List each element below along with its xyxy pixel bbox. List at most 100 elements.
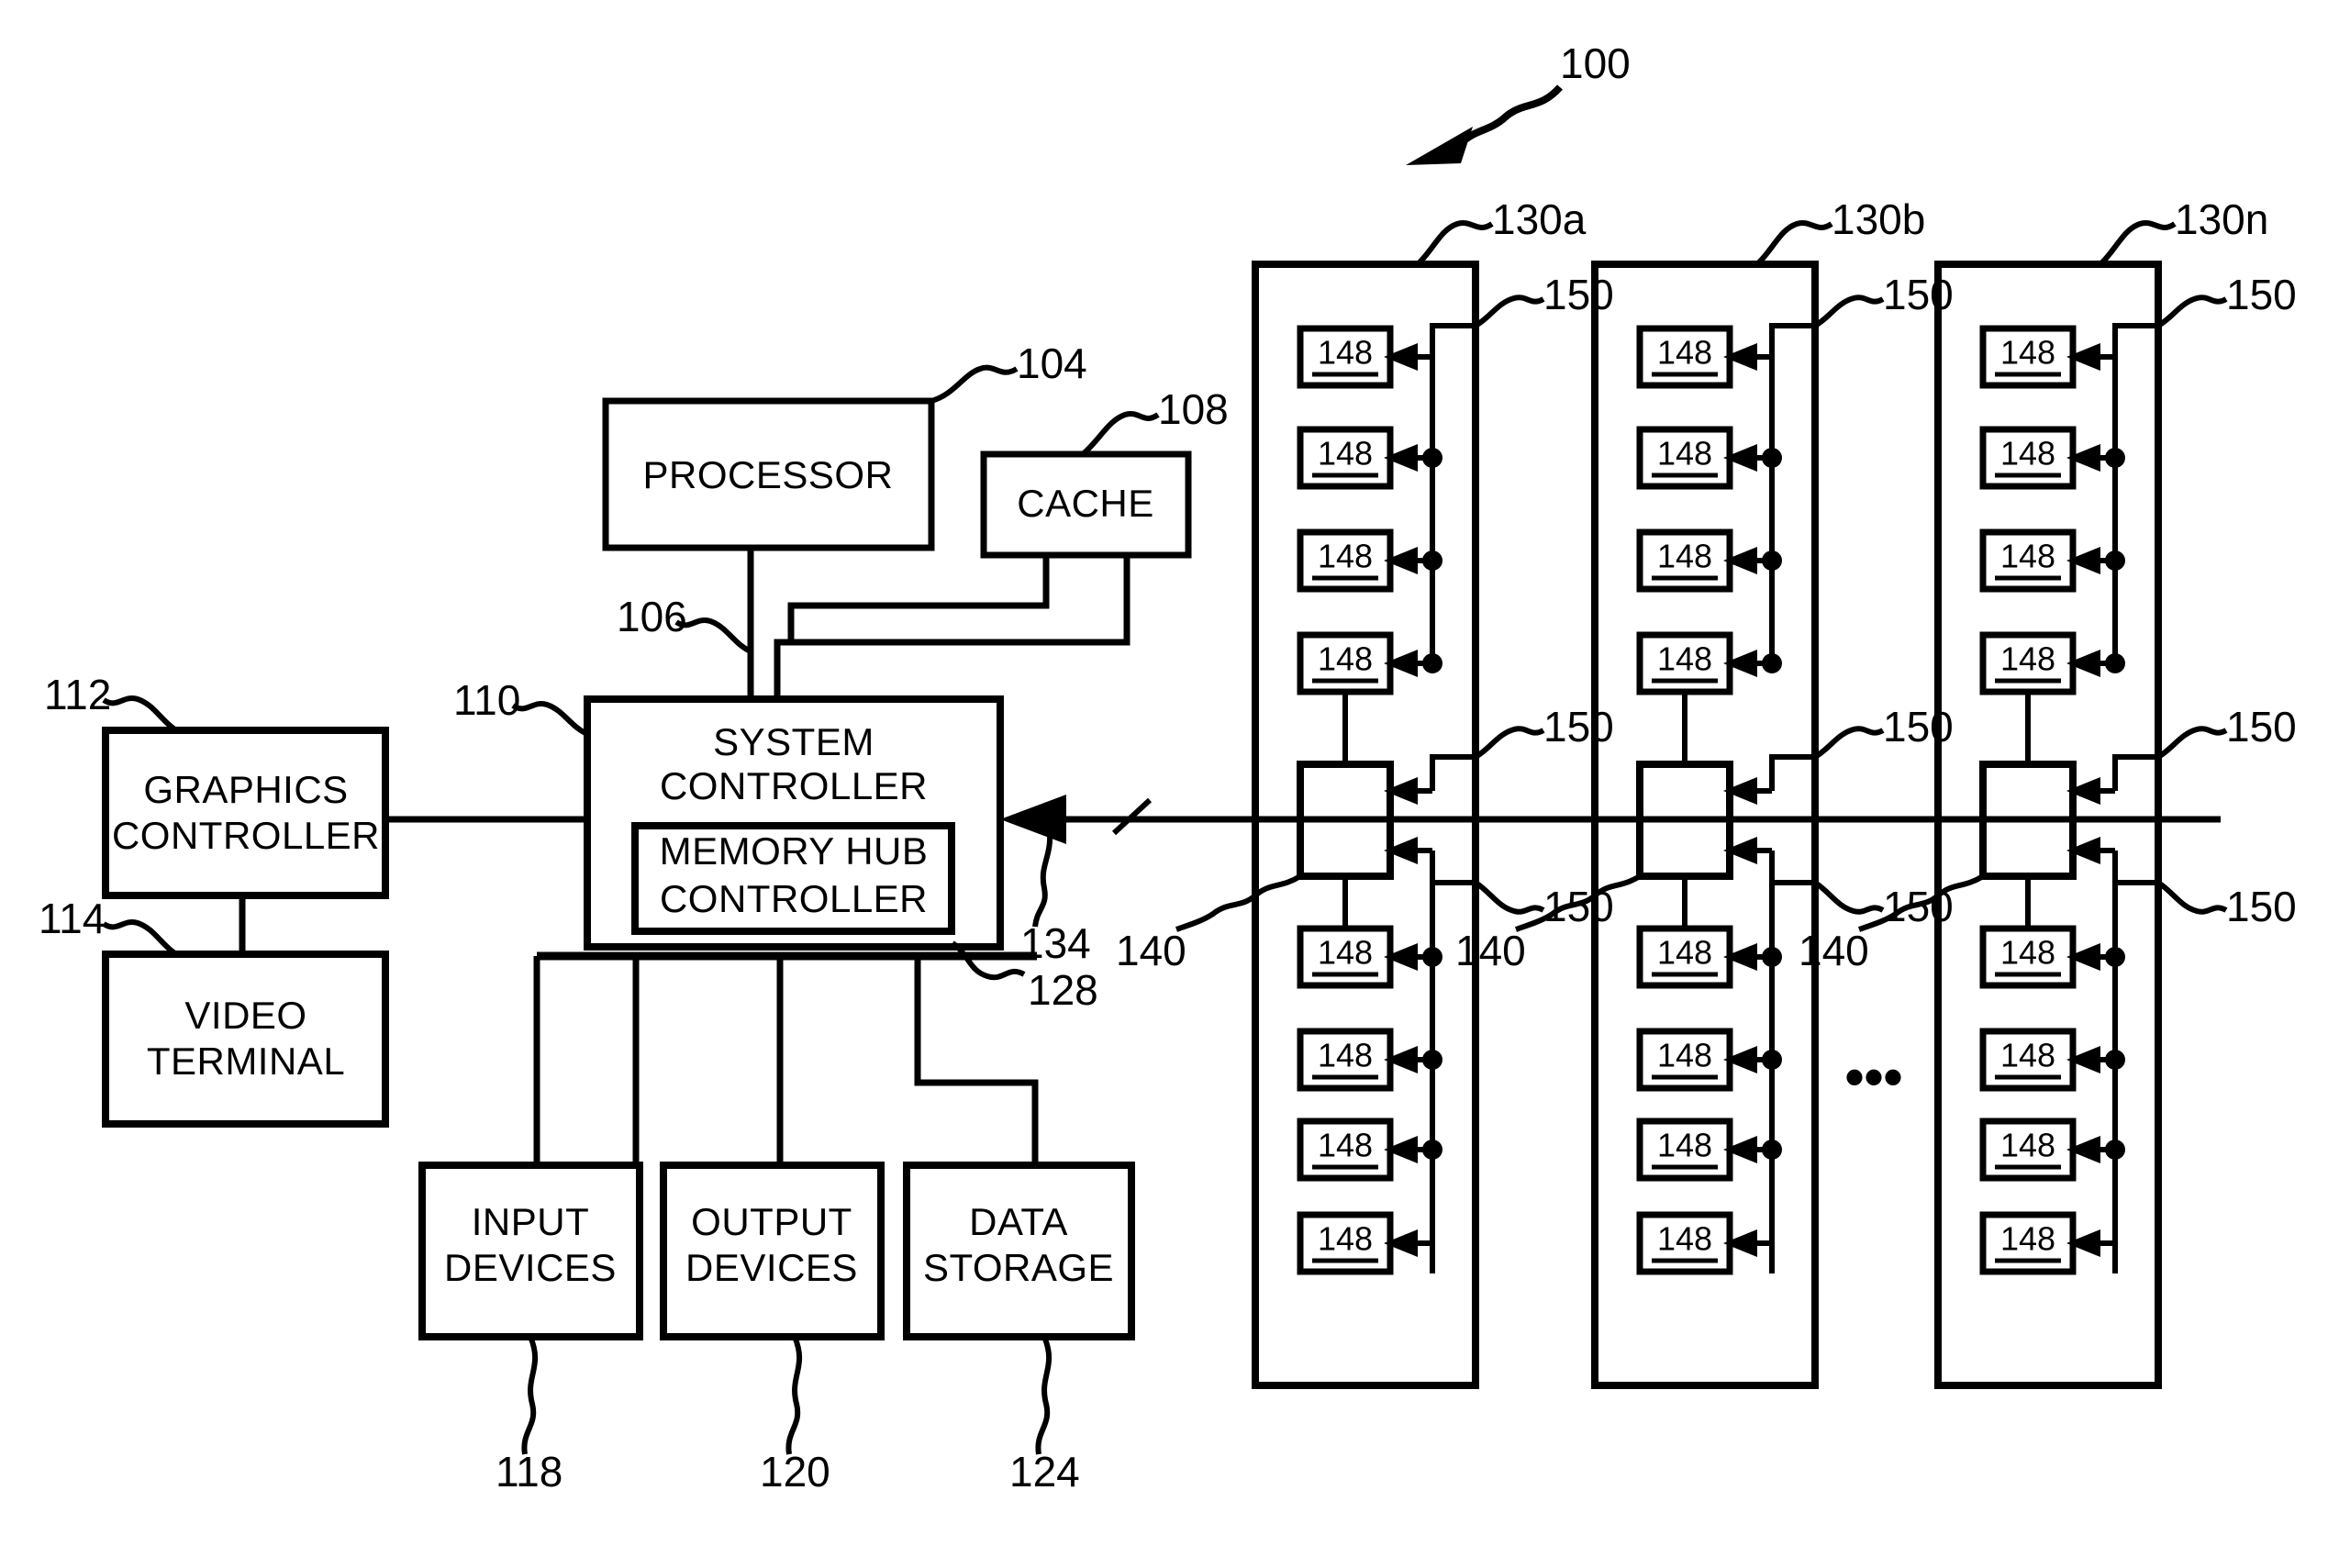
device-label-148: 148 — [1657, 538, 1712, 575]
device-label-148: 148 — [1657, 1127, 1712, 1164]
device-label-148: 148 — [2000, 435, 2055, 473]
hub-upper-input — [2112, 754, 2158, 791]
ref-150-130b-hubup: 150 — [1883, 703, 1954, 751]
ref-130n: 130n — [2175, 195, 2268, 243]
leader-150-hub-down — [1813, 880, 1885, 915]
junction-dot — [2105, 947, 2125, 967]
junction-dot — [1422, 1050, 1442, 1070]
memory-hub-controller-label-line1: MEMORY HUB — [660, 829, 929, 873]
link-entry-top — [1769, 323, 1815, 357]
input-devices-label-line2: DEVICES — [444, 1246, 617, 1289]
leader-130b — [1754, 220, 1833, 267]
cache-right-leg — [774, 555, 1131, 699]
video-terminal-label-line2: TERMINAL — [147, 1040, 345, 1083]
device-label-148: 148 — [1657, 934, 1712, 972]
hub-lower-input — [2112, 851, 2158, 885]
device-label-148: 148 — [1318, 934, 1373, 972]
device-label-148: 148 — [2000, 1037, 2055, 1074]
ref-150-130n-top: 150 — [2226, 271, 2297, 318]
leader-112 — [102, 695, 178, 733]
ref-130b: 130b — [1832, 195, 1925, 243]
link-entry-top — [1430, 323, 1476, 357]
ref-150-130a-top: 150 — [1543, 271, 1614, 318]
hub-lower-input — [1769, 851, 1815, 885]
ref-134: 134 — [1020, 919, 1091, 967]
leader-150-hub-down — [1474, 880, 1545, 915]
junction-dot — [1762, 1050, 1782, 1070]
leader-130a — [1415, 220, 1494, 267]
leader-104 — [930, 364, 1019, 404]
ref-106: 106 — [617, 593, 687, 640]
ref-108: 108 — [1158, 385, 1229, 433]
junction-dot — [1762, 653, 1782, 673]
input-devices-label-line1: INPUT — [472, 1200, 590, 1243]
device-label-148: 148 — [1657, 640, 1712, 678]
video-terminal-label-line1: VIDEO — [184, 994, 306, 1037]
leader-100 — [1456, 84, 1564, 148]
io-branch-storage — [914, 956, 1039, 1165]
junction-dot — [1762, 947, 1782, 967]
device-label-148: 148 — [1318, 640, 1373, 678]
bus-arrowhead-left — [1000, 795, 1066, 844]
ref-128: 128 — [1028, 966, 1098, 1014]
leader-114 — [102, 919, 178, 957]
diagram-lines-layer: PROCESSOR CACHE SYSTEM CONTROLLER MEMORY… — [39, 39, 2297, 1496]
junction-dot — [1422, 448, 1442, 468]
device-label-148: 148 — [1318, 538, 1373, 575]
ref-150-130a-hubup: 150 — [1543, 703, 1614, 751]
memory-hub-controller-label-line2: CONTROLLER — [660, 877, 928, 920]
ref-120: 120 — [760, 1448, 830, 1496]
graphics-controller-box — [102, 727, 389, 899]
junction-dot — [1422, 1140, 1442, 1160]
cache-label: CACHE — [1017, 482, 1154, 525]
processor-label: PROCESSOR — [643, 453, 894, 496]
ref-140-130a: 140 — [1116, 927, 1186, 974]
data-storage-label-line1: DATA — [969, 1200, 1068, 1243]
output-devices-label-line1: OUTPUT — [691, 1200, 852, 1243]
ref-150-130b-hubdown: 150 — [1883, 883, 1954, 930]
junction-dot — [2105, 1050, 2125, 1070]
system-controller-label-line1: SYSTEM — [713, 720, 874, 763]
leader-150-hub-up — [1474, 726, 1545, 760]
link-entry-top — [2112, 323, 2158, 357]
ref-150-130b-top: 150 — [1883, 271, 1954, 318]
leader-108 — [1081, 411, 1160, 457]
memory-module-130a — [1175, 220, 1545, 1389]
device-label-148: 148 — [1657, 334, 1712, 372]
system-controller-label-line2: CONTROLLER — [660, 764, 928, 807]
leader-150-top — [2156, 295, 2228, 328]
ref-110: 110 — [453, 676, 520, 724]
ref-124: 124 — [1009, 1448, 1080, 1496]
ref-150-130n-hubdown: 150 — [2226, 883, 2297, 930]
junction-dot — [1762, 1140, 1782, 1160]
ref-150-130n-hubup: 150 — [2226, 703, 2297, 751]
device-label-148: 148 — [2000, 538, 2055, 575]
device-label-148: 148 — [1657, 435, 1712, 473]
leader-130n — [2098, 220, 2177, 267]
leader-150-hub-up — [2156, 726, 2228, 760]
junction-dot — [2105, 448, 2125, 468]
junction-dot — [1422, 550, 1442, 571]
device-label-148: 148 — [1318, 1220, 1373, 1258]
ref-118: 118 — [496, 1448, 562, 1496]
leader-100-arrowhead — [1406, 127, 1473, 165]
data-storage-label-line2: STORAGE — [923, 1246, 1114, 1289]
memory-module-130b — [1514, 220, 1885, 1389]
device-label-148: 148 — [2000, 1127, 2055, 1164]
leader-124 — [1035, 1335, 1053, 1455]
leader-110 — [511, 701, 589, 737]
leader-150-top — [1813, 295, 1885, 328]
output-devices-label-line2: DEVICES — [685, 1246, 858, 1289]
leader-150-hub-up — [1813, 726, 1885, 760]
device-label-148: 148 — [2000, 334, 2055, 372]
leader-118 — [521, 1335, 539, 1455]
leader-150-top — [1474, 295, 1545, 328]
ref-112: 112 — [44, 671, 111, 718]
module-ellipsis: ••• — [1844, 1046, 1902, 1107]
junction-dot — [1422, 653, 1442, 673]
leader-140 — [1175, 873, 1302, 932]
device-label-148: 148 — [1657, 1037, 1712, 1074]
hub-upper-input — [1430, 754, 1476, 791]
ref-104: 104 — [1017, 339, 1087, 387]
junction-dot — [1762, 550, 1782, 571]
